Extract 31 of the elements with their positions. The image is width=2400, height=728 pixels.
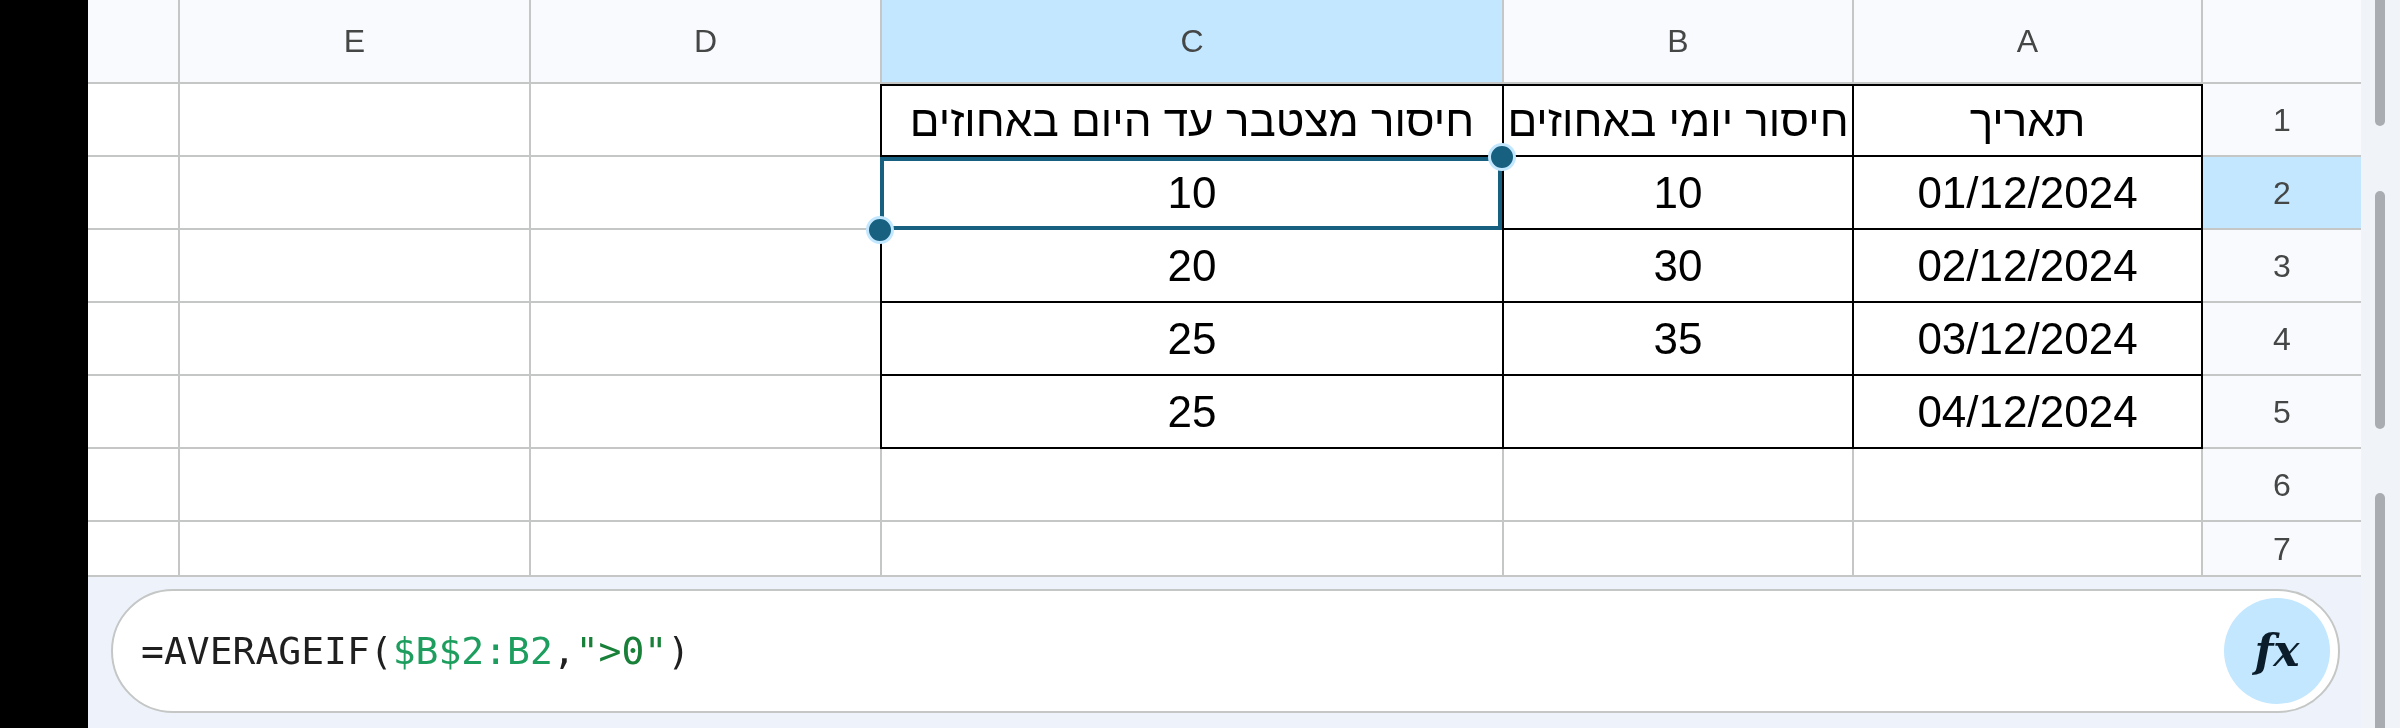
scrollbar-thumb[interactable]	[2375, 0, 2385, 126]
spreadsheet-cell[interactable]: 25	[880, 376, 1502, 449]
row-header[interactable]: 4	[2203, 303, 2361, 376]
row-header[interactable]: 2	[2203, 157, 2361, 230]
row-header[interactable]: 1	[2203, 84, 2361, 157]
row-header[interactable]: 7	[2203, 522, 2361, 577]
spreadsheet-cell[interactable]: 35	[1502, 303, 1852, 376]
row-header[interactable]: 6	[2203, 449, 2361, 522]
scrollbar-thumb[interactable]	[2375, 191, 2385, 429]
column-header[interactable]: E	[178, 0, 529, 84]
column-header[interactable]: B	[1502, 0, 1852, 84]
formula-text: =AVERAGEIF($B$2:B2,">0")	[141, 632, 691, 670]
spreadsheet-cell[interactable]: חיסור יומי באחוזים	[1502, 84, 1852, 157]
spreadsheet-cell[interactable]: 25	[880, 303, 1502, 376]
spreadsheet-cell[interactable]: חיסור מצטבר עד היום באחוזים	[880, 84, 1502, 157]
selection-handle[interactable]	[1488, 143, 1516, 171]
column-header[interactable]: C	[880, 0, 1502, 84]
formula-field[interactable]: =AVERAGEIF($B$2:B2,">0") fx	[111, 589, 2340, 713]
selection-handle[interactable]	[866, 216, 894, 244]
spreadsheet-cell[interactable]: תאריך	[1852, 84, 2203, 157]
column-header[interactable]: A	[1852, 0, 2203, 84]
row-header[interactable]: 3	[2203, 230, 2361, 303]
row-header[interactable]: 5	[2203, 376, 2361, 449]
spreadsheet-cell[interactable]	[1502, 376, 1852, 449]
corner-header[interactable]	[2203, 0, 2361, 84]
column-header[interactable]	[88, 0, 178, 84]
function-button[interactable]: fx	[2224, 598, 2330, 704]
column-header[interactable]: D	[529, 0, 880, 84]
scrollbar-thumb[interactable]	[2375, 493, 2385, 728]
spreadsheet-cell[interactable]: 30	[1502, 230, 1852, 303]
spreadsheet-cell[interactable]: 10	[880, 157, 1502, 230]
